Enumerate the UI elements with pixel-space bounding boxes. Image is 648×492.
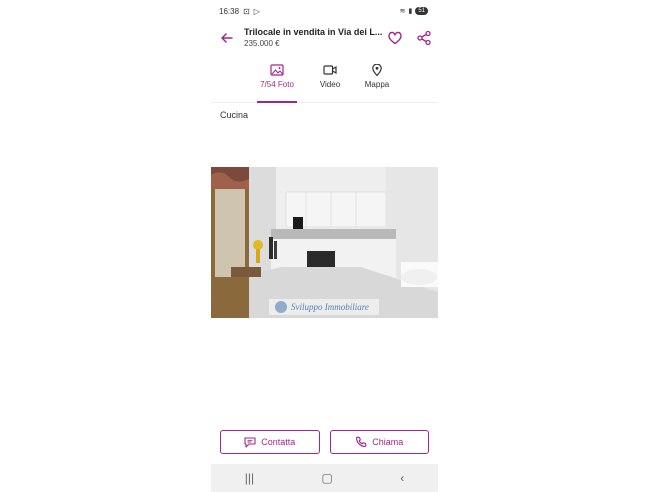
recent-apps-icon[interactable]: ||| [245,471,254,485]
chat-icon [244,436,256,448]
signal-icon: ▮ [408,8,413,15]
map-pin-icon [372,64,382,76]
tab-video-label: Video [319,80,341,89]
app-header: Trilocale in vendita in Via dei L... 235… [211,22,438,54]
tab-video[interactable]: Video [315,60,345,102]
media-tabs: 7/54 Foto Video Mappa [211,60,438,103]
tab-mappa-label: Mappa [364,80,390,89]
photo-icon [270,64,284,76]
call-button[interactable]: Chiama [329,430,429,454]
phone-icon [356,436,367,447]
photo-watermark: Sviluppo Immobiliare [291,302,369,312]
tab-foto[interactable]: 7/54 Foto [257,60,297,103]
tab-foto-label: 7/54 Foto [260,80,294,89]
heart-icon[interactable] [387,30,403,46]
system-nav-bar: ||| ▢ ‹ [211,464,438,492]
status-time: 16:38 [219,6,240,16]
status-bar: 16:38 ⊡ ▷ ≋ ▮ 51 [219,4,428,18]
phone-screen: 16:38 ⊡ ▷ ≋ ▮ 51 Trilocale in vendita in… [211,0,438,492]
home-icon[interactable]: ▢ [321,471,332,485]
contact-button[interactable]: Contatta [220,430,320,454]
tab-mappa[interactable]: Mappa [362,60,392,102]
action-bar: Contatta Chiama [220,430,429,454]
screenshot-icon: ⊡ [243,6,250,16]
video-icon [323,65,337,75]
back-nav-icon[interactable]: ‹ [400,471,404,485]
photo-caption: Cucina [220,110,249,120]
play-icon: ▷ [253,6,260,16]
call-label: Chiama [372,437,404,447]
listing-price: 235.000 € [244,39,280,48]
contact-label: Contatta [261,437,296,447]
listing-title: Trilocale in vendita in Via dei L... [244,27,383,37]
kitchen-photo[interactable]: Sviluppo Immobiliare [211,167,438,318]
share-icon[interactable] [416,30,432,46]
wifi-icon: ≋ [399,8,406,15]
battery-icon: 51 [415,7,428,15]
back-arrow-icon[interactable] [219,30,235,46]
